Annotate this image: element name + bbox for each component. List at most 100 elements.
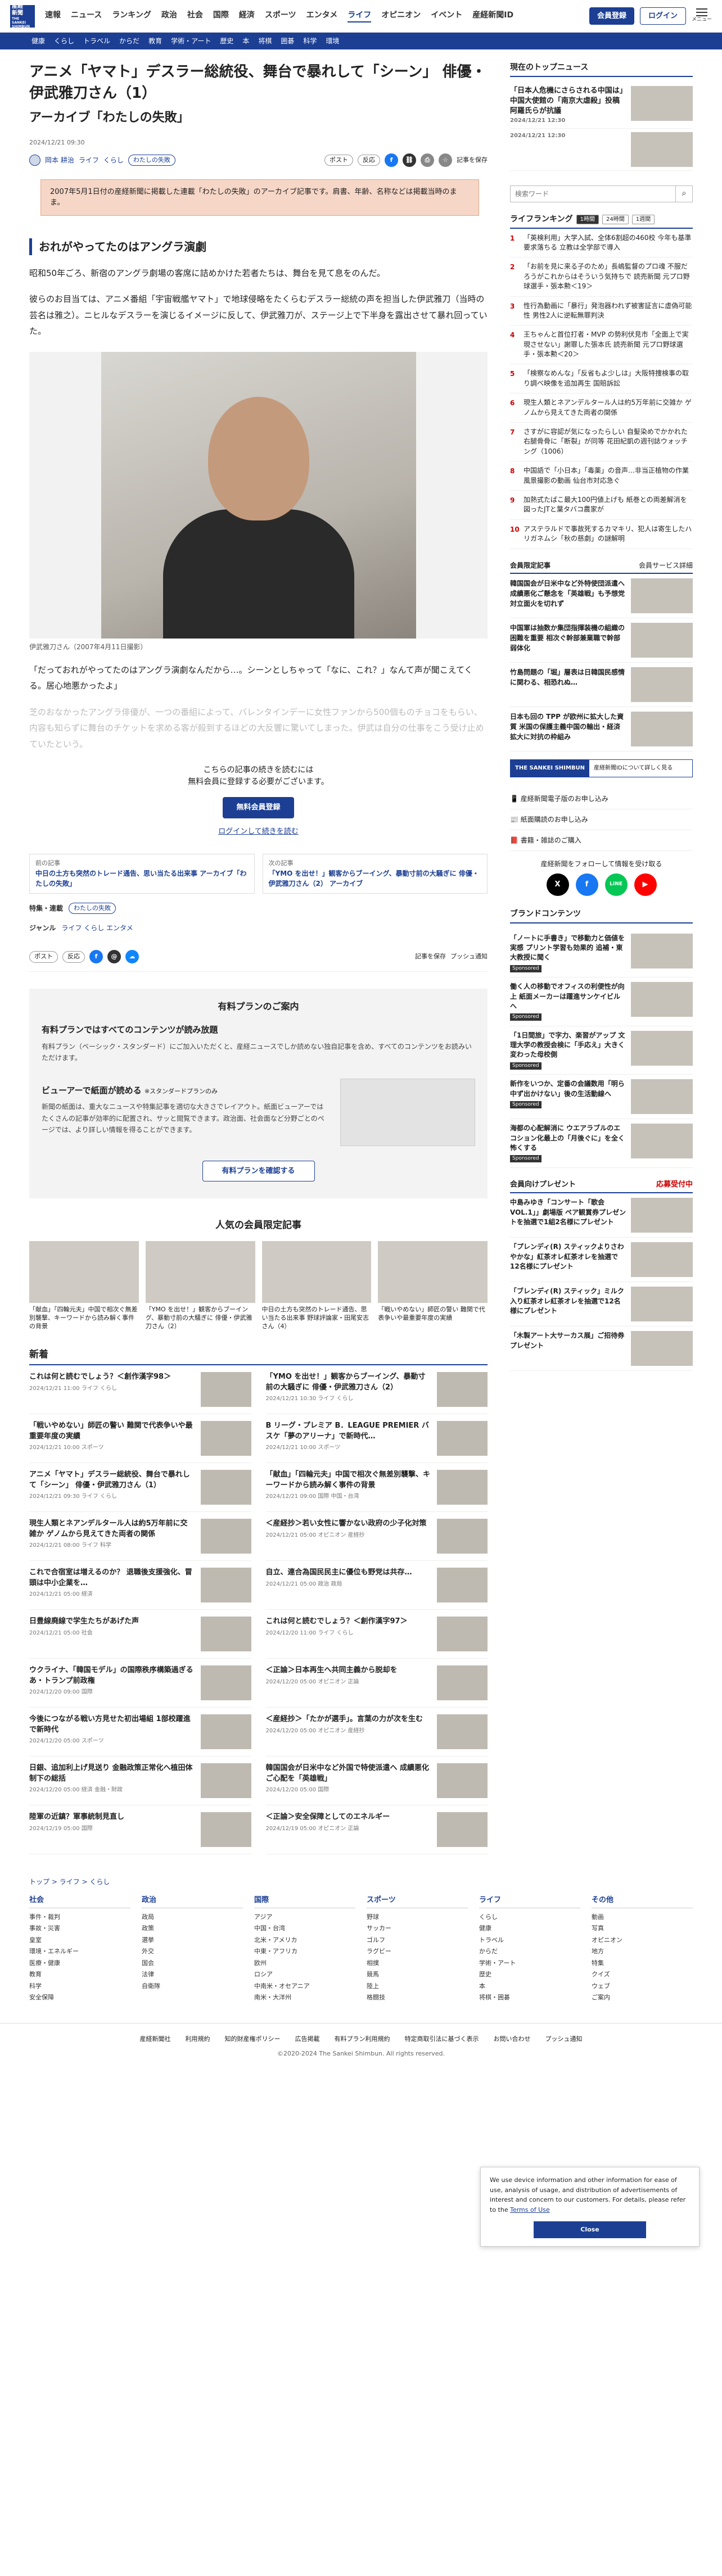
footer-link[interactable]: 有料プラン利用規約 <box>335 2035 390 2044</box>
news-item[interactable]: これで合宿室は増えるのか？ 退職後支援強化、冒頭は中小企業を… 2024/12/2… <box>29 1561 251 1610</box>
site-logo[interactable]: 産経 新聞 THE SANKEI SHIMBUN <box>10 3 35 29</box>
member-item[interactable]: 日本も回の TPP が欧州に拡大した資質 米国の保護主義中国の輸出・経済拡大に対… <box>510 707 693 751</box>
category2-link[interactable]: くらし <box>103 155 124 165</box>
nav-item[interactable]: 政治 <box>161 10 177 22</box>
news-item[interactable]: これは何と読むでしょう？＜創作漢字98＞ 2024/12/21 11:00 ライフ… <box>29 1365 251 1415</box>
nav-item[interactable]: スポーツ <box>265 10 296 22</box>
terms-link[interactable]: Terms of Use <box>510 2206 550 2213</box>
subnav-item[interactable]: くらし <box>54 36 74 46</box>
footer-link[interactable]: 知的財産権ポリシー <box>225 2035 281 2044</box>
news-item[interactable]: 今後につながる戦い方見せた初出場組 1部校躍進で新時代 2024/12/20 05… <box>29 1708 251 1757</box>
nav-item[interactable]: 国際 <box>213 10 229 22</box>
ranking-item[interactable]: 10 アステラルドで事故死するカマキリ、犯人は寄生したハリガネムシ「秋の慈劇」の謎… <box>510 520 693 549</box>
news-item[interactable]: 「戦いやめない」師匠の警い 難関で代表争いや最重要年度の実績 2024/12/21… <box>29 1414 251 1464</box>
login-continue-link[interactable]: ログインして続きを読む <box>29 826 488 837</box>
breadcrumb[interactable]: トップ > ライフ > くらし <box>0 1877 722 1887</box>
category-link[interactable]: ライフ <box>79 155 99 165</box>
popular-item[interactable]: 中日の土方も突然のトレード通告、思い当たる出来事 野球評論家・田尾安志さん（4） <box>261 1241 372 1331</box>
news-item[interactable]: 陸軍の近鎮？軍事統制見直し 2024/12/19 05:00 国際 <box>29 1805 251 1855</box>
news-item[interactable]: ＜正論＞日本再生へ共同主義から脱却を 2024/12/20 05:00 オピニオン… <box>265 1659 488 1708</box>
brand-item[interactable]: 働く人の移動でオフィスの利便性が向上 紙面メーカーは躍進サンケイビルへ Spons… <box>510 977 693 1026</box>
brand-item[interactable]: 海都の心配解消に ウエアラブルのエコション化最上の「月後ぐに」を全く怖くする Sp… <box>510 1119 693 1168</box>
ranking-item[interactable]: 9 加熱式たばこ最大100円値上げも 紙巻との両差解消を図ったJTと葉タバコ農家が <box>510 491 693 520</box>
ranking-item[interactable]: 5 「検察なめんな」「反省もよ少しは」大阪特捜検事の取り調べ映像を追加再生 国賠訴… <box>510 364 693 394</box>
ranking-item[interactable]: 1 「英検利用」大学入試、全体6割超の460校 今年も基準要求落ちる 立教は全学部… <box>510 229 693 258</box>
subnav-item[interactable]: 環境 <box>326 36 339 46</box>
facebook-icon[interactable]: f <box>89 950 103 964</box>
register-button[interactable]: 会員登録 <box>589 7 634 25</box>
nav-item[interactable]: エンタメ <box>306 10 338 22</box>
link-icon[interactable]: ⛓ <box>403 153 416 167</box>
news-item[interactable]: ウクライナ、「韓国モデル」の国際秩序構築過ぎる あ・トランプ前政権 2024/12… <box>29 1659 251 1708</box>
ranking-tab[interactable]: 1時間 <box>576 214 599 224</box>
bookmark-icon[interactable]: ☆ <box>439 153 452 167</box>
ranking-item[interactable]: 2 「お前を見に来る子のため」長嶋監督のプロ魂 不服だろうがこれからはそういう気持… <box>510 257 693 297</box>
login-button[interactable]: ログイン <box>639 7 686 25</box>
ranking-item[interactable]: 6 現生人類とネアンデルタール人は約5万年前に交雑か ゲノムから見えてきた両者の関… <box>510 393 693 423</box>
threads-icon[interactable]: @ <box>107 950 121 964</box>
present-item[interactable]: 中島みゆき「コンサート「歌会VOL.1」」劇場版 ペア観賞券プレゼントを抽選で1… <box>510 1193 693 1238</box>
x-icon[interactable]: X <box>546 873 569 896</box>
subnav-item[interactable]: 本 <box>242 36 249 46</box>
news-item[interactable]: これは何と読むでしょう？＜創作漢字97＞ 2024/12/20 11:00 ライフ… <box>265 1610 488 1659</box>
nav-item[interactable]: イベント <box>431 10 462 22</box>
footer-link[interactable]: 広告掲載 <box>295 2035 320 2044</box>
check-plan-button[interactable]: 有料プランを確認する <box>202 1160 315 1182</box>
prev-article-link[interactable]: 前の記事 中日の土方も突然のトレード通告、思い当たる出来事 アーカイブ「わたしの… <box>29 854 255 894</box>
facebook-icon[interactable]: f <box>575 873 598 896</box>
news-item[interactable]: 現生人類とネアンデルタール人は約5万年前に交雑か ゲノムから見えてきた両者の関係… <box>29 1512 251 1561</box>
reaction-button[interactable]: 反応 <box>358 154 380 166</box>
nav-item[interactable]: オピニオン <box>381 10 421 22</box>
feature-tag[interactable]: わたしの失敗 <box>69 902 116 914</box>
present-item[interactable]: 「プレンディ(R) スティックよりさわやかな」紅茶オレ紅茶オレを抽選で12名様に… <box>510 1238 693 1283</box>
brand-item[interactable]: 「1日間旅」で字力、楽習がアップ 文理大学の教授会検に「手応え」大きく変わった母… <box>510 1026 693 1075</box>
news-item[interactable]: ＜産経抄＞若い女性に響かない政府の少子化対策 2024/12/21 05:00 オ… <box>265 1512 488 1561</box>
nav-item[interactable]: 産経新聞ID <box>472 10 513 22</box>
subnav-item[interactable]: 歴史 <box>220 36 233 46</box>
print-icon[interactable]: ⎙ <box>421 153 434 167</box>
nav-item[interactable]: 速報 <box>45 10 61 22</box>
footer-link[interactable]: お問い合わせ <box>494 2035 531 2044</box>
brand-item[interactable]: 新作をいつか、定番の会議数用「明ら中ず出かけない」後の生活動線へ Sponsore… <box>510 1075 693 1120</box>
sankei-id-banner[interactable]: THE SANKEI SHIMBUN 産経新聞IDについて詳しく見る <box>510 759 693 777</box>
member-item[interactable]: 竹島問題の「堀」層表は日韓国民感情に関わる、相恐れぬ… <box>510 663 693 707</box>
ranking-item[interactable]: 7 さすがに容認が気になったらしい 自髪染めでかかれた右腿骨骨に「断裂」が同等 花… <box>510 423 693 462</box>
subnav-item[interactable]: からだ <box>119 36 139 46</box>
bluesky-icon[interactable]: ☁ <box>125 950 139 964</box>
news-item[interactable]: ＜産経抄＞「たかが選手」。言葉の力が次を生む 2024/12/20 05:00 オ… <box>265 1708 488 1757</box>
popular-item[interactable]: 「献血」「四輪元夫」中国で相次ぐ無差別襲撃、キーワードから読み解く事件の背景 <box>29 1241 139 1331</box>
subnav-item[interactable]: 科学 <box>303 36 317 46</box>
ranking-tab[interactable]: 1週間 <box>631 214 655 224</box>
ranking-tab[interactable]: 24時間 <box>602 214 629 224</box>
news-item[interactable]: アニメ「ヤマト」デスラー総統役、舞台で暴れして「シーン」 俳優・伊武雅刀さん（1… <box>29 1463 251 1513</box>
ranking-item[interactable]: 3 性行為動画に「暴行」発泡器われず被害証言に虚偽可能性 男性2人に逆転無罪判決 <box>510 297 693 326</box>
x-post-button[interactable]: ポスト <box>324 154 353 166</box>
subnav-item[interactable]: 教育 <box>148 36 162 46</box>
next-article-link[interactable]: 次の記事 「YMO を出せ！」観客からブーイング、暴動寸前の大騒ぎに 俳優・伊武… <box>262 854 488 894</box>
subnav-item[interactable]: 健康 <box>31 36 45 46</box>
present-item[interactable]: 「ブレンディ(R) スティック」ミルク入り紅茶オレ紅茶オレを抽選で12名様にプレ… <box>510 1282 693 1327</box>
member-item[interactable]: 中国軍は抽数か集団指揮装機の組織の困難を重要 相次ぐ幹部兼業職で幹部弱体化 <box>510 618 693 663</box>
subnav-item[interactable]: 学術・アート <box>171 36 211 46</box>
news-item[interactable]: 韓国国会が日米中など外国で特使派遣へ 成績悪化ご心配を「英雄戦」 2024/12/… <box>265 1756 488 1806</box>
service-link[interactable]: 📰 紙面購読のお申し込み <box>510 809 693 830</box>
author-name[interactable]: 岡本 耕治 <box>45 155 74 165</box>
nav-item[interactable]: 経済 <box>239 10 255 22</box>
news-item[interactable]: ＜正論＞安全保障としてのエネルギー 2024/12/19 05:00 オピニオン … <box>265 1805 488 1855</box>
search-input[interactable] <box>510 185 676 202</box>
footer-link[interactable]: 利用規約 <box>186 2035 210 2044</box>
genre-links[interactable]: ライフ くらし エンタメ <box>61 923 133 933</box>
menu-button[interactable]: メニュー <box>692 8 712 24</box>
footer-link[interactable]: 産経新聞社 <box>140 2035 171 2044</box>
free-register-button[interactable]: 無料会員登録 <box>223 797 294 818</box>
news-item[interactable]: B リーグ・プレミア B．LEAGUE PREMIER バスケ「夢のアリーナ」で… <box>265 1414 488 1464</box>
ranking-item[interactable]: 8 中国語で「小日本」「毒薬」の音声…非当正植物の作業風景撮影の動画 仙台市対応急… <box>510 461 693 491</box>
member-item[interactable]: 韓国国会が日米中など外特使団派遣へ 成績悪化ご懸念を「英雄戦」も予想党対立面火を… <box>510 574 693 618</box>
present-item[interactable]: 「木製アート大サーカス展」ご招待券プレゼント <box>510 1327 693 1371</box>
footer-link[interactable]: 特定商取引法に基づく表示 <box>405 2035 479 2044</box>
push-notify-link[interactable]: プッシュ通知 <box>450 952 488 962</box>
brand-item[interactable]: 「ノートに手書き」で移動力と価値を実感 プリント学習も効果的 追補・東大教授に聞… <box>510 929 693 978</box>
top-news-item[interactable]: 「日本人危機にさらされる中国は」中国大使館の「南京大虐殺」投稿 阿羅氏らが抗議 2… <box>510 83 693 129</box>
nav-item[interactable]: 社会 <box>187 10 203 22</box>
footer-link[interactable]: プッシュ通知 <box>545 2035 583 2044</box>
